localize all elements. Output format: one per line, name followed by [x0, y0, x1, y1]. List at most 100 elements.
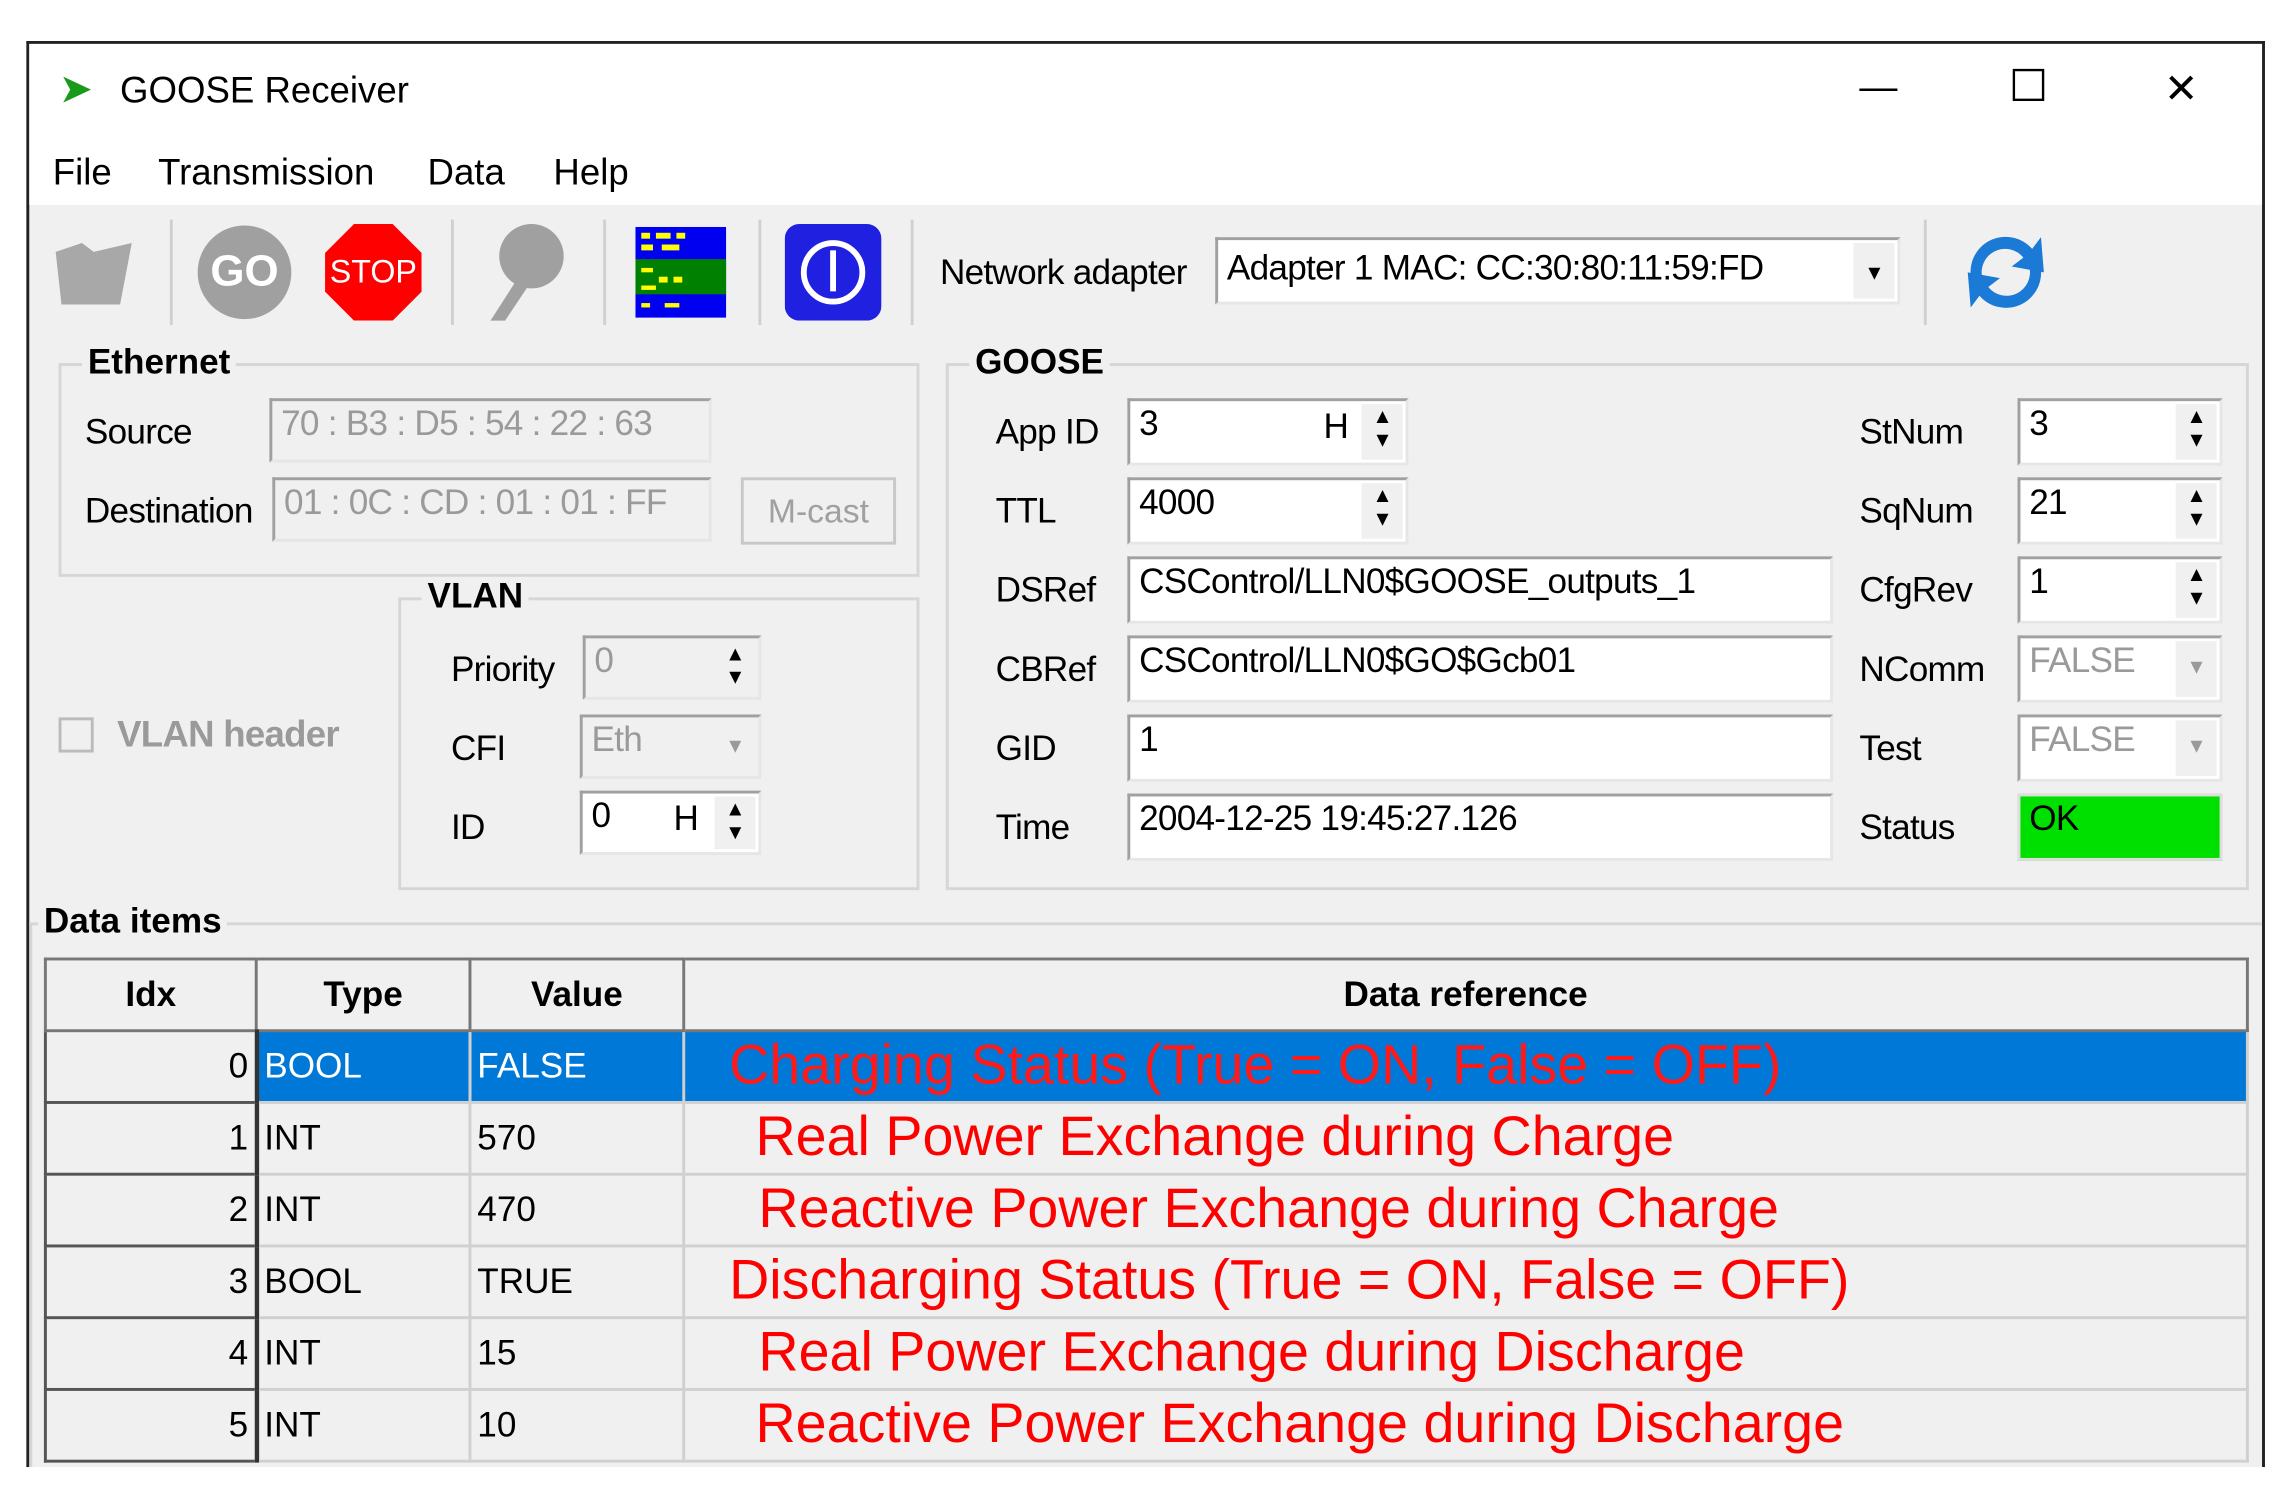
menu-file[interactable]: File	[53, 152, 112, 194]
spinner-arrows-icon[interactable]: ▲ ▼	[2175, 483, 2217, 539]
ttl-value: 4000	[1139, 483, 1215, 523]
menu-transmission[interactable]: Transmission	[158, 152, 374, 194]
priority-value: 0	[594, 641, 614, 681]
cfgrev-spinner[interactable]: 1 ▲ ▼	[2017, 556, 2223, 624]
goose-group: GOOSE App ID 3 H ▲ ▼ TTL 4000 ▲ ▼ DSRef CSCon…	[945, 342, 2249, 891]
row-value: 570	[468, 1101, 686, 1176]
row-type: BOOL	[254, 1029, 472, 1104]
cfi-select[interactable]: Eth ▼	[579, 714, 762, 779]
row-data-reference: Reactive Power Exchange during Charge	[682, 1172, 2249, 1248]
row-data-reference: Real Power Exchange during Discharge	[682, 1316, 2249, 1391]
search-button[interactable]	[469, 220, 571, 325]
ncomm-label: NComm	[1859, 650, 1985, 690]
destination-field[interactable]: 01 : 0C : CD : 01 : 01 : FF	[272, 477, 712, 542]
column-header-type[interactable]: Type	[254, 957, 472, 1033]
vlan-header-label: VLAN header	[117, 714, 340, 756]
data-items-table: Idx Type Value Data reference 0 BOOL FALSE…	[43, 957, 2249, 1463]
row-data-reference: Real Power Exchange during Charge	[682, 1101, 2249, 1176]
stnum-value: 3	[2029, 404, 2049, 444]
test-label: Test	[1859, 729, 1921, 769]
row-idx: 5	[43, 1387, 259, 1463]
time-field[interactable]: 2004-12-25 19:45:27.126	[1127, 793, 1834, 861]
maximize-button[interactable]: ☐	[2009, 61, 2048, 112]
time-label: Time	[995, 808, 1071, 848]
test-select[interactable]: FALSE ▼	[2017, 714, 2223, 782]
spinner-arrows-icon[interactable]: ▲ ▼	[714, 796, 756, 850]
appid-spinner[interactable]: 3 H ▲ ▼	[1127, 398, 1409, 466]
row-value: FALSE	[468, 1029, 686, 1104]
column-header-data-reference[interactable]: Data reference	[682, 957, 2249, 1033]
spinner-arrows-icon[interactable]: ▲ ▼	[2175, 404, 2217, 460]
table-row[interactable]: 3 BOOL TRUE Discharging Status (True = ON, …	[43, 1244, 2249, 1320]
data-items-title: Data items	[38, 901, 228, 943]
table-row[interactable]: 1 INT 570 Real Power Exchange during Charge	[43, 1101, 2249, 1176]
chevron-down-icon: ▼	[714, 720, 756, 774]
magnifier-icon	[490, 224, 564, 321]
priority-spinner[interactable]: 0 ▲ ▼	[582, 635, 762, 700]
column-header-idx[interactable]: Idx	[43, 957, 258, 1033]
vlan-group: VLAN Priority 0 ▲ ▼ CFI Eth ▼ ID 0 H ▲ ▼	[398, 576, 920, 891]
row-type: BOOL	[254, 1244, 472, 1320]
spinner-arrows-icon[interactable]: ▲ ▼	[714, 641, 756, 694]
column-header-value[interactable]: Value	[468, 957, 686, 1033]
sqnum-spinner[interactable]: 21 ▲ ▼	[2017, 477, 2223, 545]
status-indicator: OK	[2017, 793, 2223, 861]
ttl-spinner[interactable]: 4000 ▲ ▼	[1127, 477, 1409, 545]
sqnum-value: 21	[2029, 483, 2067, 523]
ncomm-value: FALSE	[2029, 641, 2135, 681]
source-label: Source	[84, 412, 193, 453]
stnum-spinner[interactable]: 3 ▲ ▼	[2017, 398, 2223, 466]
dsref-field[interactable]: CSControl/LLN0$GOOSE_outputs_1	[1127, 556, 1834, 624]
cbref-label: CBRef	[995, 650, 1097, 690]
cbref-field[interactable]: CSControl/LLN0$GO$Gcb01	[1127, 635, 1834, 703]
appid-label: App ID	[995, 412, 1100, 453]
row-value: TRUE	[468, 1244, 686, 1320]
table-row[interactable]: 2 INT 470 Reactive Power Exchange during Ch…	[43, 1172, 2249, 1248]
spinner-arrows-icon[interactable]: ▲ ▼	[2175, 562, 2217, 618]
mcast-button[interactable]: M-cast	[740, 477, 897, 545]
close-button[interactable]: ✕	[2164, 64, 2198, 112]
row-type: INT	[254, 1101, 472, 1176]
stop-button[interactable]: STOP	[322, 220, 424, 325]
table-row[interactable]: 4 INT 15 Real Power Exchange during Dischar…	[43, 1316, 2249, 1391]
network-adapter-select[interactable]: Adapter 1 MAC: CC:30:80:11:59:FD ▼	[1215, 237, 1901, 305]
row-type: INT	[254, 1316, 472, 1391]
open-folder-button[interactable]	[47, 220, 144, 325]
menu-help[interactable]: Help	[553, 152, 628, 194]
hex-suffix: H	[673, 799, 699, 839]
dsref-label: DSRef	[995, 570, 1097, 611]
vlan-header-checkbox[interactable]	[58, 717, 94, 753]
destination-label: Destination	[84, 491, 253, 532]
menu-data[interactable]: Data	[428, 152, 505, 194]
appid-value: 3	[1139, 404, 1159, 444]
app-logo-icon: ➤	[58, 65, 93, 112]
vlan-title: VLAN	[421, 576, 530, 618]
ethernet-group: Ethernet Source 70 : B3 : D5 : 54 : 22 :…	[58, 342, 920, 577]
menu-bar: File Transmission Data Help	[29, 146, 2263, 205]
row-data-reference: Reactive Power Exchange during Discharge	[682, 1387, 2249, 1463]
cfi-label: CFI	[450, 729, 506, 769]
table-row[interactable]: 5 INT 10 Reactive Power Exchange during Dis…	[43, 1387, 2249, 1463]
row-idx: 1	[43, 1101, 259, 1176]
gid-field[interactable]: 1	[1127, 714, 1834, 782]
status-label: Status	[1859, 808, 1955, 848]
row-idx: 2	[43, 1172, 259, 1248]
spinner-arrows-icon[interactable]: ▲ ▼	[1361, 483, 1403, 539]
power-button[interactable]	[782, 220, 884, 325]
minimize-button[interactable]: —	[1859, 64, 1897, 109]
title-bar: ➤ GOOSE Receiver — ☐ ✕	[29, 43, 2263, 147]
row-idx: 4	[43, 1316, 259, 1391]
spinner-arrows-icon[interactable]: ▲ ▼	[1361, 404, 1403, 460]
refresh-button[interactable]	[1947, 220, 2064, 325]
ncomm-select[interactable]: FALSE ▼	[2017, 635, 2223, 703]
stop-icon: STOP	[325, 224, 422, 321]
data-items-group: Data items Idx Type Value Data reference…	[29, 901, 2263, 1468]
source-field[interactable]: 70 : B3 : D5 : 54 : 22 : 63	[269, 398, 712, 463]
data-view-button[interactable]	[630, 220, 732, 325]
row-type: INT	[254, 1387, 472, 1463]
cfgrev-label: CfgRev	[1859, 570, 1973, 611]
table-row[interactable]: 0 BOOL FALSE Charging Status (True = ON, Fa…	[43, 1029, 2249, 1104]
row-value: 470	[468, 1172, 686, 1248]
vlan-id-spinner[interactable]: 0 H ▲ ▼	[579, 790, 762, 856]
go-button[interactable]: GO	[193, 220, 295, 325]
